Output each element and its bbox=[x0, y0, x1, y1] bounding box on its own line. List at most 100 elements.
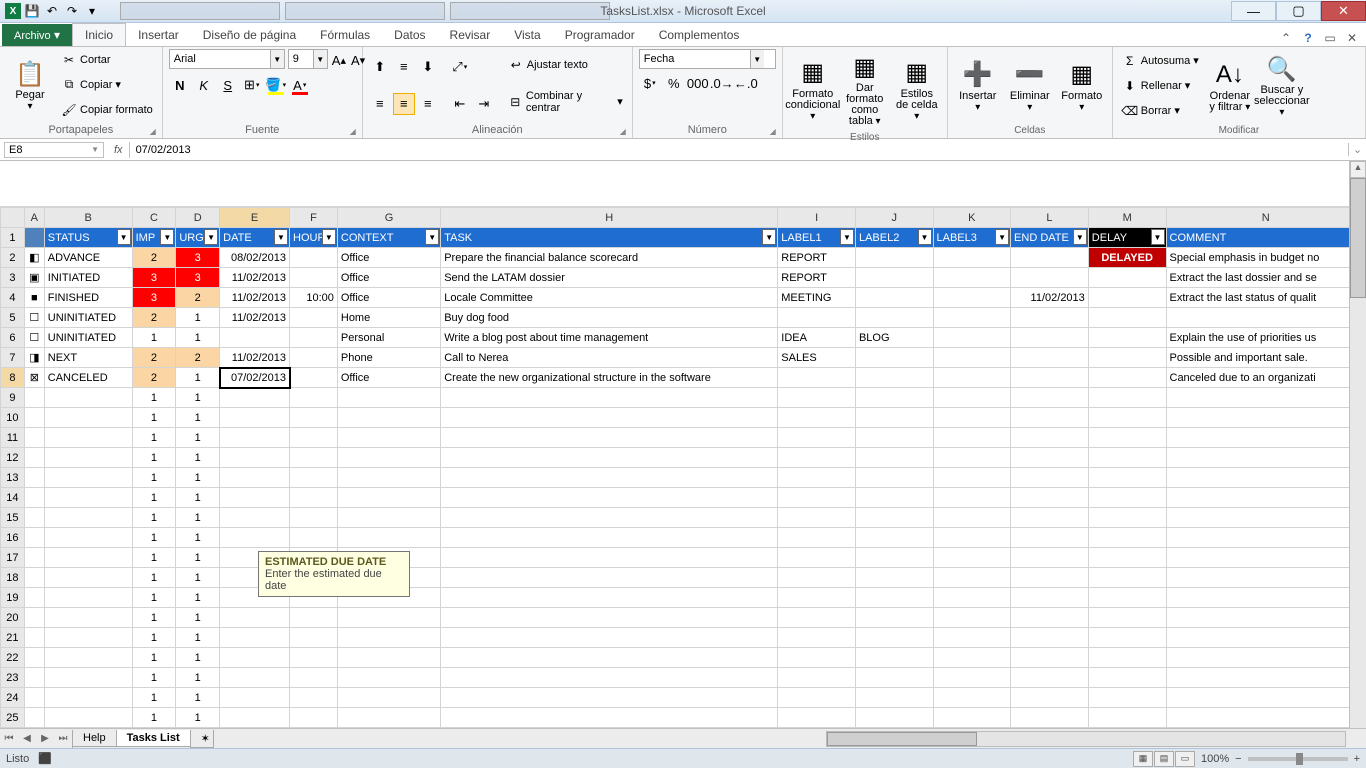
row-header[interactable]: 8 bbox=[1, 368, 25, 388]
cell[interactable] bbox=[778, 448, 856, 468]
cell[interactable] bbox=[778, 548, 856, 568]
hscroll-thumb[interactable] bbox=[827, 732, 977, 746]
wrap-text-button[interactable]: ↩Ajustar texto bbox=[505, 56, 626, 74]
column-header[interactable]: E bbox=[220, 208, 290, 228]
cell[interactable] bbox=[441, 448, 778, 468]
cell[interactable] bbox=[1088, 548, 1166, 568]
cell[interactable]: Home bbox=[337, 308, 440, 328]
column-header[interactable]: M bbox=[1088, 208, 1166, 228]
cell[interactable] bbox=[778, 608, 856, 628]
cell[interactable]: 1 bbox=[176, 668, 220, 688]
cell[interactable] bbox=[337, 448, 440, 468]
column-header[interactable]: J bbox=[855, 208, 933, 228]
cell[interactable] bbox=[1166, 548, 1366, 568]
cell[interactable] bbox=[1088, 448, 1166, 468]
font-name-combo[interactable]: ▼ bbox=[169, 49, 285, 69]
cell[interactable] bbox=[44, 708, 132, 728]
underline-button[interactable]: S bbox=[217, 74, 239, 96]
cell[interactable] bbox=[44, 488, 132, 508]
cell[interactable]: 1 bbox=[176, 708, 220, 728]
cell[interactable]: 2 bbox=[132, 308, 176, 328]
cell[interactable]: Personal bbox=[337, 328, 440, 348]
cell[interactable] bbox=[1088, 708, 1166, 728]
cell[interactable] bbox=[24, 648, 44, 668]
cell[interactable] bbox=[337, 388, 440, 408]
cell[interactable] bbox=[220, 428, 290, 448]
cell[interactable] bbox=[1088, 288, 1166, 308]
cell[interactable]: CANCELED bbox=[44, 368, 132, 388]
cell[interactable] bbox=[24, 548, 44, 568]
cell[interactable] bbox=[1088, 528, 1166, 548]
cell[interactable] bbox=[337, 648, 440, 668]
cell[interactable]: 3 bbox=[132, 288, 176, 308]
normal-view-button[interactable]: ▦ bbox=[1133, 751, 1153, 767]
cell[interactable]: 1 bbox=[132, 648, 176, 668]
chevron-down-icon[interactable]: ▼ bbox=[270, 50, 284, 68]
font-color-button[interactable]: A▾ bbox=[289, 74, 311, 96]
cell[interactable] bbox=[855, 488, 933, 508]
align-left-button[interactable]: ≡ bbox=[369, 93, 391, 115]
cell[interactable] bbox=[778, 588, 856, 608]
zoom-slider[interactable] bbox=[1248, 757, 1348, 761]
cell[interactable] bbox=[933, 248, 1011, 268]
cell[interactable]: SALES bbox=[778, 348, 856, 368]
cell[interactable] bbox=[1166, 528, 1366, 548]
cell[interactable] bbox=[44, 548, 132, 568]
dialog-launcher-icon[interactable]: ◢ bbox=[620, 127, 626, 136]
cell[interactable] bbox=[44, 448, 132, 468]
dialog-launcher-icon[interactable]: ◢ bbox=[350, 127, 356, 136]
cell[interactable]: Special emphasis in budget no bbox=[1166, 248, 1366, 268]
cell[interactable] bbox=[855, 428, 933, 448]
table-column-header[interactable]: IMP▼ bbox=[132, 228, 176, 248]
cell[interactable]: Possible and important sale. bbox=[1166, 348, 1366, 368]
decrease-indent-button[interactable]: ⇤ bbox=[449, 93, 471, 115]
column-header[interactable]: C bbox=[132, 208, 176, 228]
cell[interactable] bbox=[855, 668, 933, 688]
cell[interactable]: 2 bbox=[132, 348, 176, 368]
cell[interactable]: 1 bbox=[176, 608, 220, 628]
cell[interactable] bbox=[24, 708, 44, 728]
cell[interactable]: ▣ bbox=[24, 268, 44, 288]
cell[interactable] bbox=[855, 268, 933, 288]
cell[interactable] bbox=[24, 668, 44, 688]
cell[interactable] bbox=[290, 448, 338, 468]
cell[interactable] bbox=[1166, 468, 1366, 488]
cell[interactable] bbox=[1011, 528, 1089, 548]
cell[interactable] bbox=[1088, 268, 1166, 288]
cell[interactable] bbox=[855, 368, 933, 388]
cell[interactable] bbox=[441, 588, 778, 608]
filter-dropdown-icon[interactable]: ▼ bbox=[117, 229, 131, 245]
column-header[interactable]: G bbox=[337, 208, 440, 228]
cell[interactable] bbox=[855, 688, 933, 708]
worksheet-grid[interactable]: ABCDEFGHIJKLMN 1STATUS▼IMP▼URG▼DATE▼HOUR… bbox=[0, 161, 1366, 728]
cell[interactable] bbox=[1166, 648, 1366, 668]
paste-button[interactable]: 📋 Pegar▾ bbox=[6, 49, 54, 121]
table-column-header[interactable]: TASK▼ bbox=[441, 228, 778, 248]
cell[interactable] bbox=[24, 388, 44, 408]
cell[interactable]: MEETING bbox=[778, 288, 856, 308]
align-right-button[interactable]: ≡ bbox=[417, 93, 439, 115]
cell[interactable] bbox=[290, 648, 338, 668]
cell[interactable]: 1 bbox=[176, 428, 220, 448]
cell[interactable] bbox=[1011, 248, 1089, 268]
cell[interactable]: 3 bbox=[132, 268, 176, 288]
cell[interactable] bbox=[290, 248, 338, 268]
cell[interactable] bbox=[855, 288, 933, 308]
cell[interactable] bbox=[220, 648, 290, 668]
cell[interactable]: 1 bbox=[132, 588, 176, 608]
format-as-table-button[interactable]: ▦Dar formato como tabla ▾ bbox=[841, 49, 889, 129]
cut-button[interactable]: ✂Cortar bbox=[58, 51, 156, 69]
cell[interactable] bbox=[778, 408, 856, 428]
cell[interactable]: UNINITIATED bbox=[44, 308, 132, 328]
cell[interactable] bbox=[855, 588, 933, 608]
cell[interactable]: 3 bbox=[176, 268, 220, 288]
cell[interactable] bbox=[933, 488, 1011, 508]
cell[interactable] bbox=[1011, 428, 1089, 448]
row-header[interactable]: 20 bbox=[1, 608, 25, 628]
cell[interactable] bbox=[855, 448, 933, 468]
cell[interactable] bbox=[1011, 668, 1089, 688]
cell[interactable] bbox=[44, 688, 132, 708]
cell[interactable] bbox=[441, 528, 778, 548]
cell[interactable]: 1 bbox=[176, 588, 220, 608]
cell[interactable] bbox=[220, 708, 290, 728]
